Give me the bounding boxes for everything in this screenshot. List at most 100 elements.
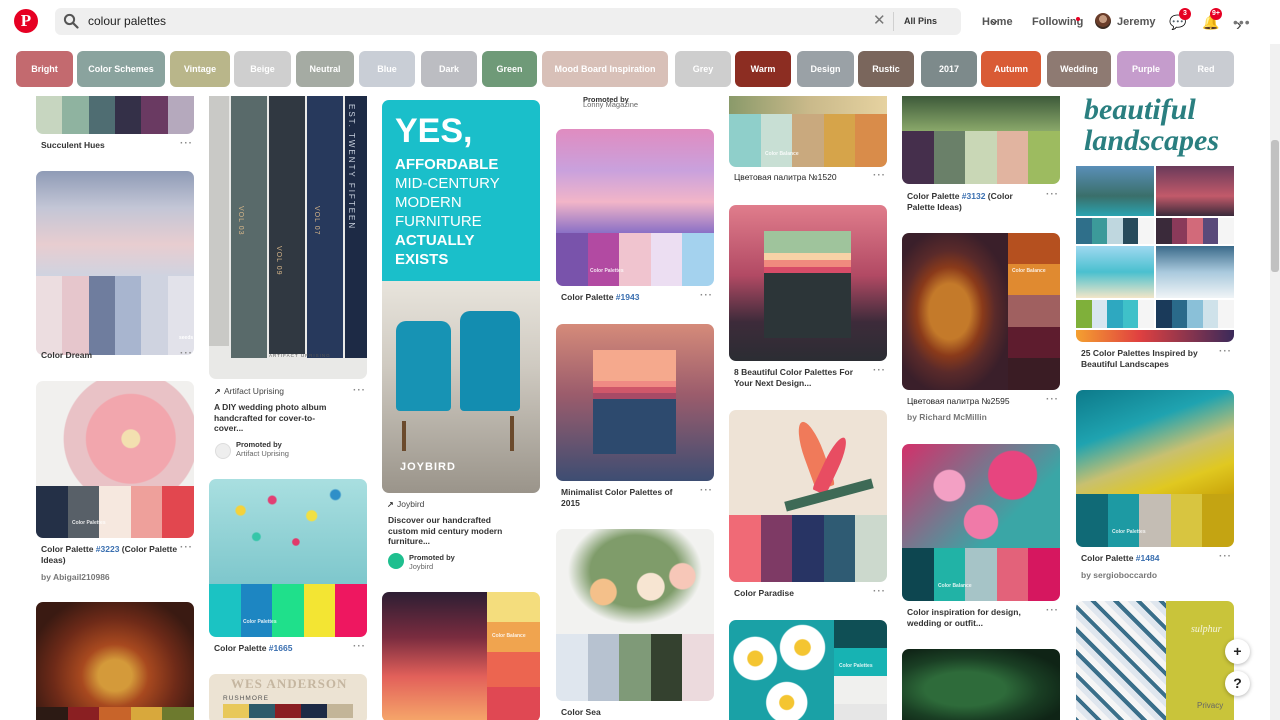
pin-image[interactable] bbox=[36, 602, 194, 720]
more-icon[interactable]: ··· bbox=[1219, 346, 1232, 357]
pin-image[interactable]: VOL 03 VOL 09 VOL 07 EST. TWENTY FIFTEEN… bbox=[209, 96, 367, 379]
guide-pill[interactable]: Warm bbox=[735, 51, 791, 87]
pin-photo-album[interactable]: VOL 03 VOL 09 VOL 07 EST. TWENTY FIFTEEN… bbox=[209, 96, 367, 379]
chevron-right-icon[interactable]: › bbox=[1236, 15, 1242, 35]
pin-color-paradise[interactable] bbox=[729, 410, 887, 582]
pin-1484[interactable]: Color Palettes bbox=[1076, 390, 1234, 547]
pin-title[interactable]: Color Palette #3223 (Color Palette Ideas… bbox=[41, 544, 181, 565]
guide-pill[interactable]: Design bbox=[797, 51, 854, 87]
pin-title[interactable]: Succulent Hues bbox=[41, 140, 181, 151]
profile-name[interactable]: Jeremy bbox=[1117, 16, 1156, 28]
guide-pill[interactable]: Neutral bbox=[296, 51, 354, 87]
pin-image[interactable] bbox=[556, 529, 714, 701]
pin-image[interactable]: Color Balance bbox=[902, 444, 1060, 601]
pin-source[interactable]: Artifact Uprising bbox=[224, 387, 284, 396]
pin-2595[interactable]: Color Balance bbox=[902, 233, 1060, 390]
pin-daisies[interactable]: Color Palettes bbox=[729, 620, 887, 720]
more-icon[interactable]: ··· bbox=[1219, 551, 1232, 562]
avatar[interactable] bbox=[1095, 13, 1111, 29]
guide-pill[interactable]: Green bbox=[482, 51, 537, 87]
pin-3223[interactable]: Color Palettes bbox=[36, 381, 194, 538]
privacy-link[interactable]: Privacy bbox=[1197, 701, 1223, 710]
pin-author[interactable]: by Abigail210986 bbox=[41, 572, 110, 582]
pin-minimalist-2015[interactable] bbox=[556, 324, 714, 481]
guide-pill[interactable]: Wedding bbox=[1047, 51, 1111, 87]
pin-1520[interactable]: Color Balance bbox=[729, 96, 887, 167]
help-button[interactable]: ? bbox=[1225, 671, 1250, 696]
pin-image[interactable]: Color Palettes bbox=[729, 620, 887, 720]
pin-title[interactable]: Цветовая палитра №2595 bbox=[907, 396, 1047, 407]
pin-landscapes[interactable]: beautiful landscapes bbox=[1076, 96, 1234, 342]
pin-image[interactable]: Color Palettes bbox=[209, 479, 367, 637]
pin-title[interactable]: 8 Beautiful Color Palettes For Your Next… bbox=[734, 367, 864, 388]
pin-wes-anderson[interactable]: WES ANDERSON RUSHMORE bbox=[209, 674, 367, 720]
pin-joybird-ad[interactable]: YES, AFFORDABLE MID-CENTURY MODERN FURNI… bbox=[382, 100, 540, 493]
guide-pill[interactable]: Bright bbox=[16, 51, 73, 87]
pin-image[interactable] bbox=[902, 96, 1060, 184]
add-pin-button[interactable]: + bbox=[1225, 639, 1250, 664]
pin-title[interactable]: Color Palette #1665 bbox=[214, 643, 354, 654]
guide-pill[interactable]: Rustic bbox=[858, 51, 914, 87]
guide-pill[interactable]: Beige bbox=[234, 51, 291, 87]
more-icon[interactable]: ··· bbox=[180, 542, 193, 553]
pin-color-sea[interactable] bbox=[556, 529, 714, 701]
pin-color-inspiration[interactable]: Color Balance bbox=[902, 444, 1060, 601]
pin-image[interactable] bbox=[556, 324, 714, 481]
scope-select[interactable]: All Pins bbox=[904, 16, 937, 26]
pin-8-palettes[interactable] bbox=[729, 205, 887, 361]
pin-title[interactable]: Color Palette #3132 (Color Palette Ideas… bbox=[907, 191, 1042, 212]
search-input[interactable]: colour palettes bbox=[88, 14, 166, 28]
more-icon[interactable]: ··· bbox=[353, 641, 366, 652]
pin-author[interactable]: by sergioboccardo bbox=[1081, 570, 1157, 580]
more-icon[interactable]: ··· bbox=[873, 365, 886, 376]
guide-pill[interactable]: Vintage bbox=[170, 51, 230, 87]
pin-title[interactable]: Color Palette #1484 bbox=[1081, 553, 1221, 564]
pin-image[interactable]: seeds bbox=[36, 171, 194, 355]
pin-title[interactable]: Color Paradise bbox=[734, 588, 874, 599]
pin-image[interactable]: Color Balance bbox=[382, 592, 540, 720]
more-icon[interactable]: ··· bbox=[700, 485, 713, 496]
promoter-name[interactable]: Joybird bbox=[409, 562, 433, 571]
nav-home[interactable]: Home bbox=[982, 16, 1013, 28]
more-icon[interactable]: ··· bbox=[700, 290, 713, 301]
pin-image[interactable] bbox=[36, 96, 194, 134]
pin-author[interactable]: by Richard McMillin bbox=[907, 412, 987, 422]
pin-image[interactable] bbox=[729, 205, 887, 361]
pin-fern[interactable] bbox=[902, 649, 1060, 720]
pin-image[interactable]: Color Palettes bbox=[556, 129, 714, 286]
guide-pill[interactable]: Mood Board Inspiration bbox=[542, 51, 668, 87]
guide-pill[interactable]: 2017 bbox=[921, 51, 977, 87]
pin-image[interactable]: Color Balance bbox=[902, 233, 1060, 390]
scrollbar-thumb[interactable] bbox=[1271, 140, 1279, 272]
guide-pill[interactable]: Color Schemes bbox=[77, 51, 165, 87]
more-icon[interactable]: ··· bbox=[1046, 394, 1059, 405]
pin-source[interactable]: Joybird bbox=[397, 500, 424, 509]
promoter-avatar[interactable] bbox=[388, 553, 404, 569]
more-icon[interactable]: ··· bbox=[1046, 605, 1059, 616]
pin-image[interactable]: YES, AFFORDABLE MID-CENTURY MODERN FURNI… bbox=[382, 100, 540, 493]
guide-pill[interactable]: Grey bbox=[675, 51, 731, 87]
more-icon[interactable]: ··· bbox=[1046, 189, 1059, 200]
promoter-name[interactable]: Lonny Magazine bbox=[583, 100, 638, 109]
guide-pill[interactable]: Purple bbox=[1117, 51, 1175, 87]
pin-title[interactable]: 25 Color Palettes Inspired by Beautiful … bbox=[1081, 348, 1216, 369]
pin-succulent[interactable] bbox=[36, 96, 194, 134]
pin-color-dream[interactable]: seeds bbox=[36, 171, 194, 355]
pin-title[interactable]: Discover our handcrafted custom mid cent… bbox=[388, 515, 518, 547]
guide-pill[interactable]: Dark bbox=[421, 51, 477, 87]
more-icon[interactable]: ··· bbox=[873, 586, 886, 597]
pin-autumn-forest[interactable] bbox=[36, 602, 194, 720]
pin-sunset-balance[interactable]: Color Balance bbox=[382, 592, 540, 720]
promoter-name[interactable]: Artifact Uprising bbox=[236, 449, 289, 458]
pin-1665[interactable]: Color Palettes bbox=[209, 479, 367, 637]
guide-pill[interactable]: Red bbox=[1178, 51, 1234, 87]
pinterest-logo[interactable]: P bbox=[14, 9, 38, 33]
guide-pill[interactable]: Blue bbox=[359, 51, 415, 87]
pin-image[interactable]: Color Palettes bbox=[36, 381, 194, 538]
pin-image[interactable]: beautiful landscapes bbox=[1076, 96, 1234, 342]
pin-title[interactable]: Color Palette #1943 bbox=[561, 292, 701, 303]
pin-1943[interactable]: Color Palettes bbox=[556, 129, 714, 286]
pin-image[interactable]: Color Palettes bbox=[1076, 390, 1234, 547]
pin-title[interactable]: Цветовая палитра №1520 bbox=[734, 172, 874, 183]
pin-image[interactable]: Color Balance bbox=[729, 96, 887, 167]
